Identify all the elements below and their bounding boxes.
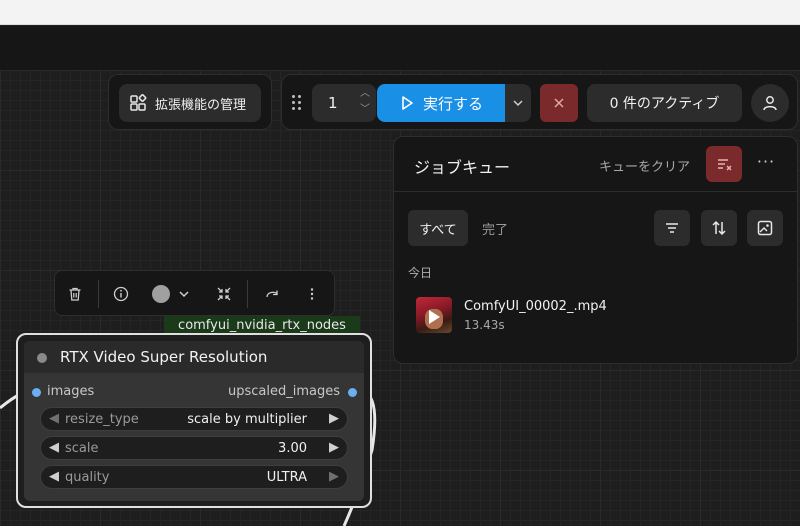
chevron-down-icon [513,100,523,107]
more-options-icon[interactable]: ··· [754,152,778,176]
drag-handle-icon[interactable] [292,95,304,111]
increment-arrow-icon[interactable]: ▶ [329,411,339,426]
clear-queue-button[interactable] [706,146,742,182]
run-mode-dropdown[interactable] [505,84,531,122]
cancel-run-button[interactable] [540,84,578,122]
run-label: 実行する [422,94,483,113]
rtx-video-super-resolution-node[interactable]: RTX Video Super Resolution images upscal… [16,333,372,508]
run-button[interactable]: 実行する [377,84,505,122]
increment-icon[interactable]: ︿ [356,86,374,102]
job-queue-title: ジョブキュー [414,158,511,177]
close-icon [554,98,564,108]
decrement-icon[interactable]: ﹀ [356,102,374,118]
input-slot-label: images [47,384,95,399]
resize-type-combo[interactable]: ◀ resize_type scale by multiplier ▶ [40,407,348,431]
tab-all-label: すべて [419,222,457,238]
input-slot-images[interactable] [32,388,41,397]
video-thumbnail[interactable] [416,297,452,333]
node-header[interactable]: RTX Video Super Resolution [24,341,364,373]
widget-value: scale by multiplier [187,412,307,427]
job-list-item[interactable]: ComfyUI_00002_.mp4 13.43s [408,291,784,337]
clear-queue-label[interactable]: キューをクリア [599,156,690,175]
scale-number-widget[interactable]: ◀ scale 3.00 ▶ [40,436,348,460]
manage-extensions-button[interactable]: 拡張機能の管理 [119,84,261,122]
divider [394,191,797,192]
node-body: RTX Video Super Resolution images upscal… [24,341,364,501]
widget-label: quality [65,470,110,485]
sort-icon [712,220,726,236]
job-duration: 13.43s [464,318,505,332]
job-file-name: ComfyUI_00002_.mp4 [464,299,607,314]
tab-all[interactable]: すべて [408,210,468,246]
delete-node-button[interactable] [64,283,86,305]
color-picker-chevron-icon[interactable] [173,283,195,305]
puzzle-grid-icon [130,94,147,111]
node-info-button[interactable] [110,283,132,305]
increment-arrow-icon[interactable]: ▶ [329,469,339,484]
output-slot-label: upscaled_images [227,384,340,399]
quality-combo[interactable]: ◀ quality ULTRA ▶ [40,465,348,489]
user-button[interactable] [751,84,789,122]
collapse-icon [217,287,231,301]
filter-icon [666,223,678,233]
vertical-ellipsis-icon [310,288,314,300]
manage-extensions-label: 拡張機能の管理 [155,97,247,113]
decrement-arrow-icon[interactable]: ◀ [49,469,59,484]
toolbar-divider [247,280,248,308]
toolbar-divider [98,280,99,308]
job-queue-panel: ジョブキュー キューをクリア ··· すべて 完了 今日 ComfyUI_000… [393,136,798,364]
bypass-node-button[interactable] [261,283,283,305]
tab-completed[interactable]: 完了 [482,219,508,238]
decrement-arrow-icon[interactable]: ◀ [49,411,59,426]
batch-count-input[interactable]: 1 ︿ ﹀ [312,84,376,122]
node-collapse-dot[interactable] [37,353,47,363]
gallery-view-button[interactable] [747,210,783,246]
node-title: RTX Video Super Resolution [60,348,268,366]
play-icon [429,310,440,324]
output-slot-upscaled-images[interactable] [348,388,357,397]
redo-arrow-icon [266,290,278,298]
clear-list-icon [718,159,732,171]
sort-button[interactable] [701,210,737,246]
date-group-label: 今日 [408,266,433,280]
widget-value: ULTRA [266,470,307,485]
node-selection-toolbar [54,270,335,316]
node-more-button[interactable] [301,283,323,305]
widget-label: scale [65,441,99,456]
extensions-group: 拡張機能の管理 [108,74,272,130]
batch-count-stepper[interactable]: ︿ ﹀ [356,86,374,120]
active-jobs-button[interactable]: 0 件のアクティブ [587,84,742,122]
filter-button[interactable] [654,210,690,246]
active-jobs-label: 0 件のアクティブ [609,96,720,112]
decrement-arrow-icon[interactable]: ◀ [49,440,59,455]
info-icon [113,286,129,302]
widget-value: 3.00 [278,441,307,456]
collapse-node-button[interactable] [213,283,235,305]
node-color-picker[interactable] [152,285,170,303]
image-gallery-icon [757,220,773,236]
user-icon [763,96,777,111]
widget-label: resize_type [65,412,139,427]
increment-arrow-icon[interactable]: ▶ [329,440,339,455]
batch-count-value: 1 [328,94,338,112]
run-toolbar: 1 ︿ ﹀ 実行する 0 件のアクティブ [281,74,798,130]
trash-icon [69,287,81,301]
play-icon [402,96,413,110]
